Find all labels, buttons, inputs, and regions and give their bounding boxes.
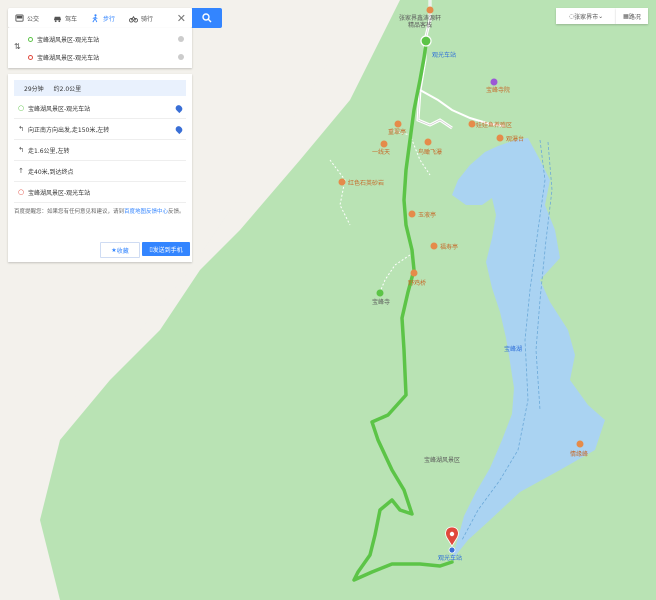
route-inputs: ⇅ 宝峰湖风景区-观光车站 宝峰湖风景区-观光车站 bbox=[8, 28, 192, 68]
swap-icon[interactable]: ⇅ bbox=[14, 42, 21, 51]
label-yeji: 野鸡桥 bbox=[408, 279, 426, 287]
label-qingyuan: 情缘峰 bbox=[570, 450, 588, 458]
clear-end-icon[interactable] bbox=[178, 54, 184, 60]
traffic-button[interactable]: ▦ 路况 bbox=[616, 8, 648, 24]
mode-bike[interactable]: 骑行 bbox=[122, 8, 160, 28]
mode-walk-label: 步行 bbox=[103, 15, 116, 23]
label-top-poi-2: 精品客栈 bbox=[408, 21, 432, 29]
mode-bus-label: 公交 bbox=[27, 15, 40, 23]
step-item[interactable]: ○ 宝峰湖风景区-观光车站 bbox=[14, 182, 186, 203]
step-text: 宝峰湖风景区-观光车站 bbox=[28, 189, 91, 197]
search-icon bbox=[202, 13, 212, 23]
poi-icon-redrock[interactable] bbox=[338, 178, 346, 186]
step-item[interactable]: ○ 宝峰湖风景区-观光车站 bbox=[14, 98, 186, 119]
label-lake: 宝峰湖 bbox=[504, 345, 522, 353]
traffic-label: 路况 bbox=[628, 13, 641, 21]
start-input[interactable]: 宝峰湖风景区-观光车站 bbox=[28, 30, 184, 48]
turn-left-icon: ↰ bbox=[18, 125, 24, 133]
end-input[interactable]: 宝峰湖风景区-观光车站 bbox=[28, 48, 184, 66]
label-feipu: 鸟瞰飞瀑 bbox=[418, 148, 442, 156]
start-input-value: 宝峰湖风景区-观光车站 bbox=[37, 36, 100, 44]
poi-icon-yeji[interactable] bbox=[410, 269, 418, 277]
location-pin-icon[interactable] bbox=[174, 124, 184, 134]
route-summary[interactable]: 29分钟 约2.0公里 bbox=[14, 80, 186, 96]
feedback-link[interactable]: 百度地图反馈中心 bbox=[124, 209, 168, 215]
chevron-down-icon: ⌄ bbox=[598, 12, 604, 20]
close-icon[interactable]: ✕ bbox=[177, 12, 186, 25]
step-item[interactable]: ↰ 走1.6公里,左转 bbox=[14, 140, 186, 161]
step-item[interactable]: ↰ 向正南方向出发,走150米,左转 bbox=[14, 119, 186, 140]
poi-icon-feipu[interactable] bbox=[424, 138, 432, 146]
bus-icon bbox=[15, 13, 24, 22]
label-temple: 宝峰寺院 bbox=[486, 86, 510, 94]
mode-car-label: 驾车 bbox=[65, 15, 78, 23]
step-text: 走40米,到达终点 bbox=[28, 168, 74, 176]
mode-bus[interactable]: 公交 bbox=[8, 8, 46, 28]
start-circle-icon: ○ bbox=[17, 104, 25, 112]
send-label: 发送到手机 bbox=[152, 246, 183, 254]
travel-mode-bar: 公交 驾车 步行 骑行 ✕ bbox=[8, 8, 192, 28]
poi-icon-dam[interactable] bbox=[496, 134, 504, 142]
poi-icon-temple2[interactable] bbox=[376, 289, 384, 297]
step-text: 宝峰湖风景区-观光车站 bbox=[28, 105, 91, 113]
label-line1: 一线天 bbox=[372, 148, 390, 156]
car-icon bbox=[53, 16, 62, 22]
search-button[interactable] bbox=[192, 8, 222, 28]
poi-icon-top[interactable] bbox=[426, 6, 434, 14]
label-start-station: 观光车站 bbox=[432, 51, 456, 59]
label-top-poi-1: 张家界鑫涛源轩 bbox=[399, 14, 441, 22]
label-area-name: 宝峰湖风景区 bbox=[424, 456, 460, 464]
favorite-button[interactable]: ★ 收藏 bbox=[100, 242, 140, 258]
label-temple2: 宝峰寺 bbox=[372, 298, 390, 306]
poi-icon-ridge[interactable] bbox=[394, 120, 402, 128]
city-label: 张家界市 bbox=[574, 13, 599, 21]
label-hotel: 娃娃鱼养殖区 bbox=[476, 121, 512, 129]
note-prefix: 百度提醒您：如果您有任何意见和建议，请到 bbox=[14, 209, 125, 215]
send-to-phone-button[interactable]: ▯ 发送到手机 bbox=[142, 242, 190, 256]
poi-icon-yuye[interactable] bbox=[408, 210, 416, 218]
route-start-marker[interactable] bbox=[420, 35, 432, 47]
favorite-label: 收藏 bbox=[116, 247, 129, 255]
summary-distance: 约2.0公里 bbox=[53, 85, 82, 93]
step-text: 走1.6公里,左转 bbox=[28, 147, 70, 155]
note-suffix: 反馈。 bbox=[168, 209, 185, 215]
end-marker-dot bbox=[449, 531, 455, 537]
start-dot-icon bbox=[28, 36, 33, 42]
straight-arrow-icon: ↑ bbox=[18, 167, 24, 175]
summary-time: 29分钟 bbox=[24, 85, 44, 93]
label-end-station: 观光车站 bbox=[438, 554, 462, 562]
route-steps: ○ 宝峰湖风景区-观光车站 ↰ 向正南方向出发,走150米,左转 ↰ 走1.6公… bbox=[14, 98, 186, 203]
label-ridge: 重翠亭 bbox=[388, 128, 406, 136]
mode-car[interactable]: 驾车 bbox=[46, 8, 84, 28]
route-detail-panel: 29分钟 约2.0公里 ○ 宝峰湖风景区-观光车站 ↰ 向正南方向出发,走150… bbox=[8, 74, 192, 262]
mode-walk[interactable]: 步行 bbox=[84, 8, 122, 28]
poi-icon-qingyuan[interactable] bbox=[576, 440, 584, 448]
label-redrock: 红色石英砂岩 bbox=[348, 179, 384, 187]
city-selector[interactable]: ◌ 张家界市 ⌄ bbox=[556, 8, 616, 24]
end-input-value: 宝峰湖风景区-观光车站 bbox=[37, 54, 100, 62]
label-yuye: 玉液亭 bbox=[418, 211, 436, 219]
turn-left-icon: ↰ bbox=[18, 146, 24, 154]
step-item[interactable]: ↑ 走40米,到达终点 bbox=[14, 161, 186, 182]
bus-stop-icon[interactable] bbox=[448, 546, 456, 554]
end-circle-icon: ○ bbox=[17, 188, 25, 196]
feedback-note: 百度提醒您：如果您有任何意见和建议，请到百度地图反馈中心反馈。 bbox=[14, 208, 186, 217]
poi-icon-temple[interactable] bbox=[490, 78, 498, 86]
label-fu: 福寿亭 bbox=[440, 243, 458, 251]
step-text: 向正南方向出发,走150米,左转 bbox=[28, 126, 110, 134]
walk-icon bbox=[92, 13, 98, 22]
poi-icon-line1[interactable] bbox=[380, 140, 388, 148]
end-dot-icon bbox=[28, 54, 33, 60]
clear-start-icon[interactable] bbox=[178, 36, 184, 42]
bike-icon bbox=[129, 15, 139, 23]
poi-icon-hotel[interactable] bbox=[468, 120, 476, 128]
label-dam: 观瀑台 bbox=[506, 135, 524, 143]
poi-icon-fu[interactable] bbox=[430, 242, 438, 250]
mode-bike-label: 骑行 bbox=[141, 15, 154, 23]
location-pin-icon[interactable] bbox=[174, 103, 184, 113]
